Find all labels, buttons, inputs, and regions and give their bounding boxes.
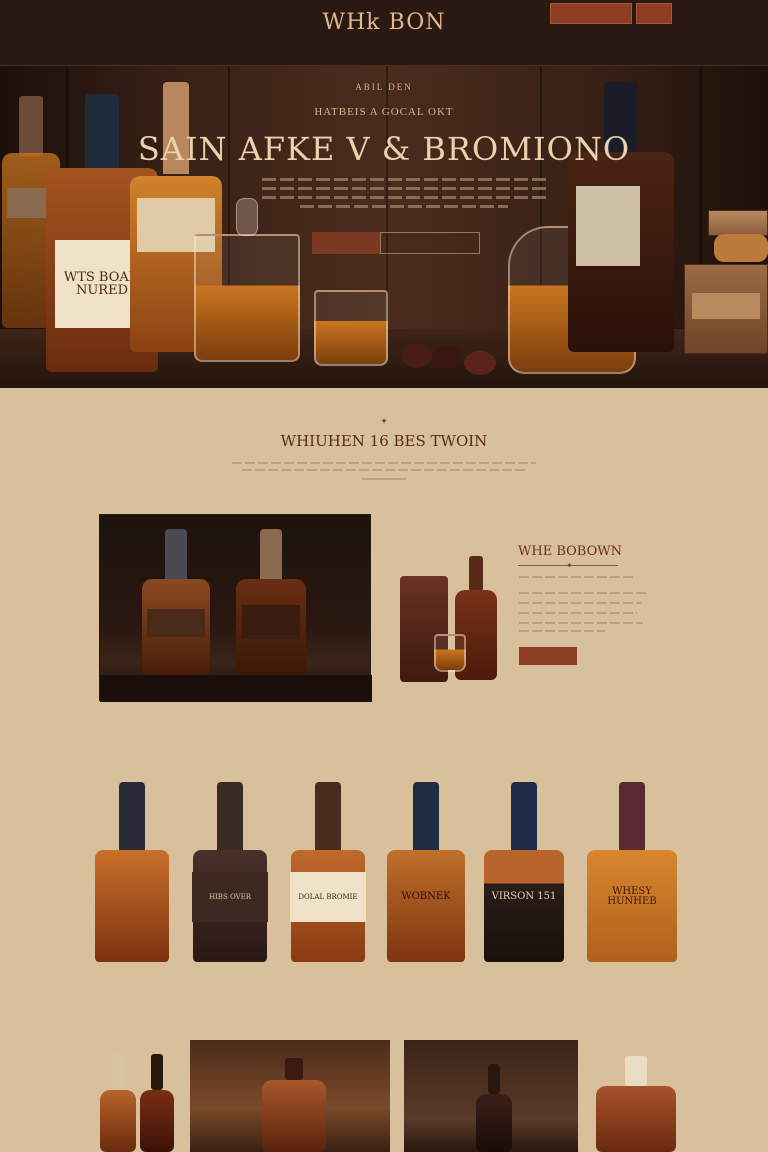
hero-title: SAIN AFKE V & BROMIONO: [137, 130, 631, 168]
bottle-cap: [619, 782, 645, 852]
header-cta-button[interactable]: [550, 3, 632, 24]
whiskey-bottle-image: [236, 529, 306, 675]
bottle-cap: [511, 782, 537, 852]
hero-description-line: [300, 205, 508, 208]
cellar-photo: [404, 1040, 578, 1152]
whiskey-bottle-image: [100, 1054, 136, 1152]
hero-banner: WTS BOAN NURED ABIL DEN HATBEIS A GOCAL …: [0, 66, 768, 388]
nut-image: [464, 351, 496, 375]
feature-text-line: [519, 576, 635, 578]
feature-text-line: [519, 592, 649, 594]
whiskey-bottle-image: [140, 1054, 174, 1152]
feature-button[interactable]: [519, 647, 577, 665]
nav-item[interactable]: [456, 46, 458, 52]
product-card[interactable]: HIBS OVER: [182, 782, 278, 1002]
feature-text-line: [519, 602, 641, 604]
lifestyle-photo: [190, 1040, 390, 1152]
ornament-icon: ✦: [380, 416, 388, 426]
section-subtitle-line: [232, 462, 536, 464]
section-subtitle-line: [242, 469, 526, 471]
product-card[interactable]: DOLAL BROMIE: [280, 782, 376, 1002]
decanter-stopper: [236, 198, 258, 236]
section-title: WHIUHEN 16 BES TWOIN: [280, 432, 488, 450]
hero-secondary-button[interactable]: [380, 232, 480, 254]
nav-right: [456, 46, 505, 52]
hero-kicker: HATBEIS A GOCAL OKT: [314, 106, 454, 118]
crate-label: [691, 293, 761, 319]
whiskey-bottle-image: [262, 1058, 326, 1152]
feature-text-line: [519, 622, 643, 624]
feature-text-line: [519, 630, 605, 632]
nav-left: [117, 46, 154, 52]
wooden-crate-image: [684, 264, 768, 354]
nav-item[interactable]: [152, 46, 154, 52]
hero-description-line: [262, 178, 546, 181]
header-secondary-button[interactable]: [636, 3, 672, 24]
bottle-cap: [119, 782, 145, 852]
nav-item[interactable]: [117, 46, 119, 52]
whiskey-bottle-image: [142, 529, 210, 675]
tasting-glass-image: [434, 634, 466, 672]
bottle-cap: [217, 782, 243, 852]
section-subtitle-line: [362, 478, 406, 480]
product-card[interactable]: WHESY HUNHEB: [584, 782, 680, 1002]
feature-text-line: [519, 612, 637, 614]
whiskey-bottle-image: [476, 1064, 512, 1152]
table-surface: [100, 675, 372, 702]
site-header: WHk BON: [0, 0, 768, 66]
nut-image: [432, 346, 462, 370]
product-label: WOBNEK: [401, 891, 451, 902]
nav-item[interactable]: [468, 46, 470, 52]
product-label: VIRSON 151: [491, 891, 557, 902]
product-card[interactable]: VIRSON 151: [476, 782, 572, 1002]
hero-description-line: [262, 196, 546, 199]
nav-item[interactable]: [129, 46, 131, 52]
whiskey-bottle-image: [596, 1056, 676, 1152]
product-label: DOLAL BROMIE: [289, 872, 367, 922]
product-label: HIBS OVER: [191, 872, 269, 922]
bottle-cap: [315, 782, 341, 852]
hero-cta-button[interactable]: [312, 232, 380, 254]
tin-canister-image: [714, 234, 768, 262]
hero-description-line: [262, 187, 546, 190]
bottle-cap: [413, 782, 439, 852]
nav-item[interactable]: [491, 46, 493, 52]
nav-item[interactable]: [503, 46, 505, 52]
feature-title: WHE BOBOWN: [518, 544, 622, 559]
whiskey-decanter-image: [194, 234, 300, 362]
product-label: [94, 872, 171, 922]
wooden-box-image: [708, 210, 768, 236]
whiskey-bottle-image: [568, 82, 674, 352]
product-card[interactable]: [84, 782, 180, 1002]
ornament-icon: ✦: [566, 561, 573, 570]
hero-eyebrow: ABIL DEN: [355, 82, 413, 92]
featured-bottles-photo: [99, 514, 372, 702]
product-card[interactable]: WOBNEK: [378, 782, 474, 1002]
product-label: WHESY HUNHEB: [607, 886, 657, 907]
nav-item[interactable]: [479, 46, 481, 52]
nav-item[interactable]: [140, 46, 142, 52]
rocks-glass-image: [314, 290, 388, 366]
nut-image: [402, 344, 432, 368]
